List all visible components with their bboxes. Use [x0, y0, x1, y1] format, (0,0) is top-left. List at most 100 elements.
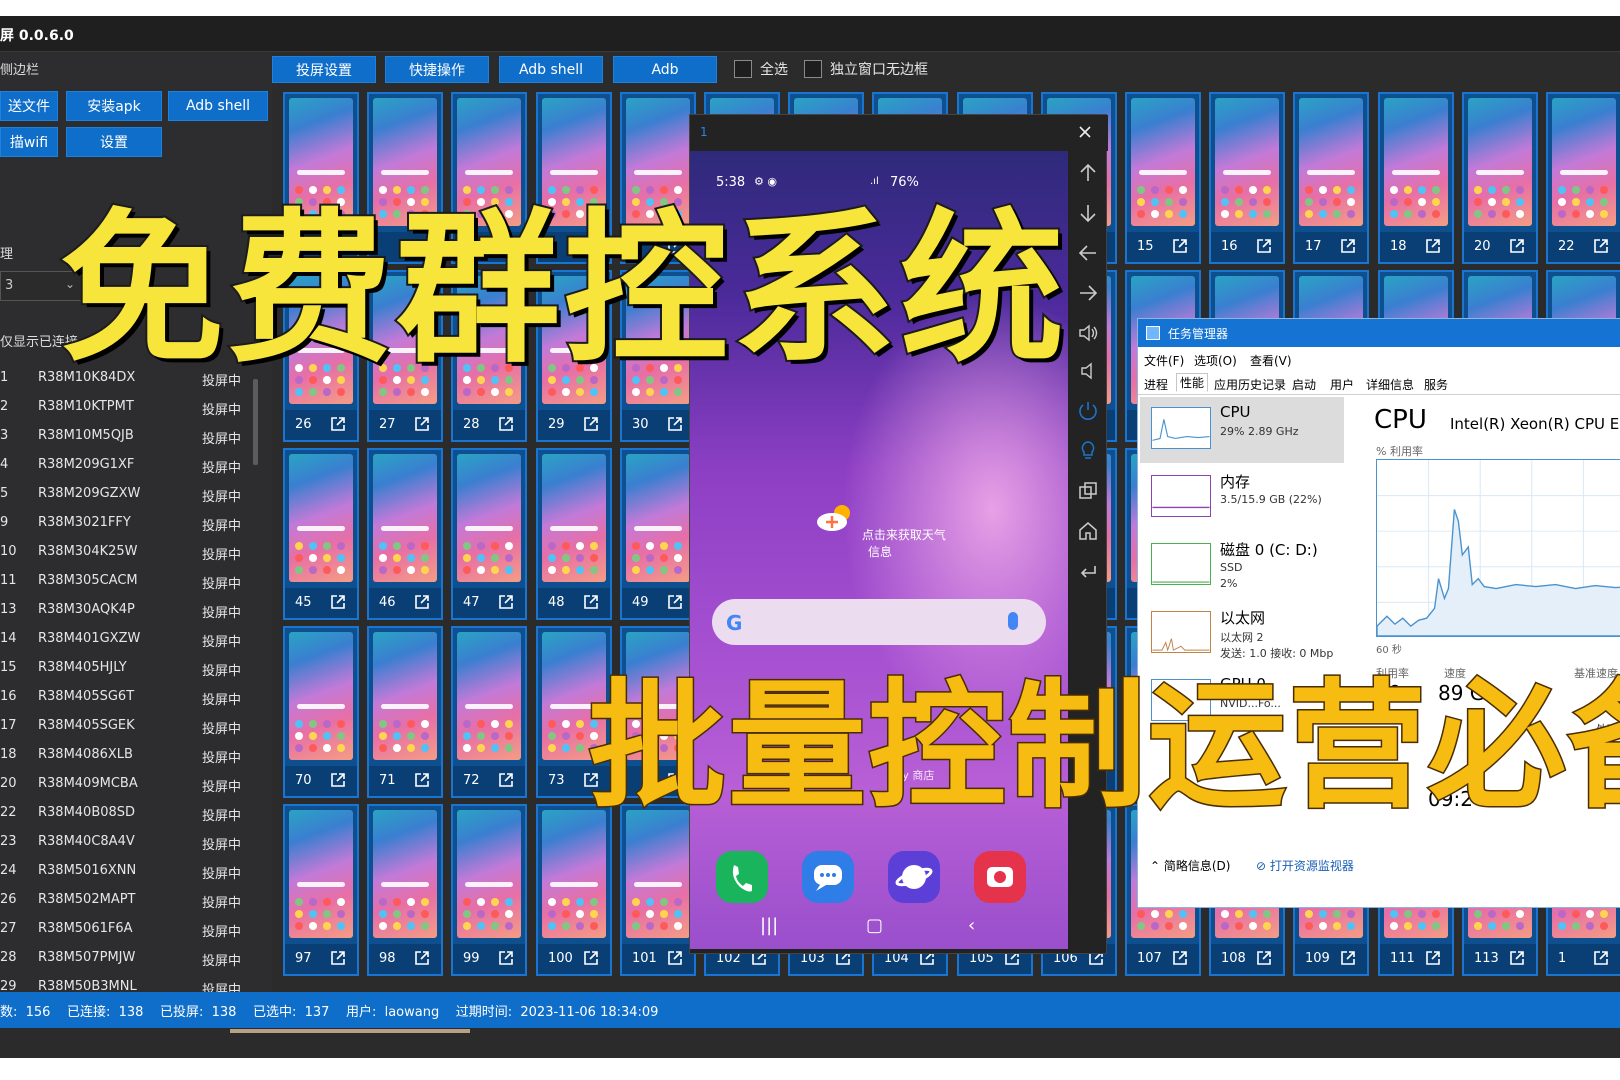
back-icon[interactable]: ‹	[968, 915, 975, 936]
device-row[interactable]: 17 R38M405SGEK 投屏中	[0, 712, 258, 741]
device-row[interactable]: 13 R38M30AQK4P 投屏中	[0, 596, 258, 625]
open-window-icon[interactable]	[1508, 949, 1526, 967]
internet-app-icon[interactable]	[888, 851, 940, 903]
open-window-icon[interactable]	[497, 949, 515, 967]
volume-down-icon[interactable]	[1076, 359, 1100, 383]
multitask-icon[interactable]	[1076, 479, 1100, 503]
device-screen-tile[interactable]: 46	[367, 448, 443, 620]
open-window-icon[interactable]	[329, 771, 347, 789]
open-window-icon[interactable]	[497, 593, 515, 611]
resource-disk[interactable]: 磁盘 0 (C: D:) SSD 2%	[1140, 533, 1344, 599]
open-window-icon[interactable]	[413, 415, 431, 433]
resource-memory[interactable]: 内存 3.5/15.9 GB (22%)	[1140, 465, 1344, 531]
device-list-scrollbar[interactable]	[253, 379, 258, 465]
camera-app-icon[interactable]	[974, 851, 1026, 903]
device-row[interactable]: 18 R38M4086XLB 投屏中	[0, 741, 258, 770]
borderless-window-checkbox[interactable]: 独立窗口无边框	[804, 58, 928, 80]
arrow-right-icon[interactable]	[1076, 281, 1100, 305]
horizontal-scrollbar[interactable]	[230, 1029, 470, 1033]
close-icon[interactable]	[1076, 123, 1094, 141]
open-window-icon[interactable]	[666, 949, 684, 967]
resource-cpu[interactable]: CPU 29% 2.89 GHz	[1140, 397, 1344, 463]
open-window-icon[interactable]	[1592, 237, 1610, 255]
phone-app-icon[interactable]	[716, 851, 768, 903]
device-row[interactable]: 3 R38M10M5QJB 投屏中	[0, 422, 258, 451]
device-screen-tile[interactable]: 20	[1462, 92, 1538, 264]
weather-widget[interactable]: 点击来获取天气信息	[810, 503, 950, 560]
home-icon[interactable]: ▢	[866, 915, 883, 936]
tab-users[interactable]: 用户	[1330, 376, 1354, 393]
menu-options[interactable]: 选项(O)	[1194, 352, 1237, 369]
device-screen-tile[interactable]: 98	[367, 804, 443, 976]
resource-ethernet[interactable]: 以太网 以太网 2 发送: 1.0 接收: 0 Mbp	[1140, 601, 1344, 667]
device-row[interactable]: 11 R38M305CACM 投屏中	[0, 567, 258, 596]
toolbar-adb-button[interactable]: Adb	[613, 56, 717, 83]
cast-settings-button[interactable]: 投屏设置	[272, 56, 376, 83]
device-screen-tile[interactable]: 72	[451, 626, 527, 798]
open-window-icon[interactable]	[1424, 949, 1442, 967]
device-screen-tile[interactable]: 99	[451, 804, 527, 976]
toolbar-adb-shell-button[interactable]: Adb shell	[499, 56, 603, 83]
open-window-icon[interactable]	[582, 593, 600, 611]
select-all-checkbox[interactable]: 全选	[734, 58, 788, 80]
send-file-button[interactable]: 送文件	[0, 91, 58, 121]
device-screen-tile[interactable]: 18	[1378, 92, 1454, 264]
open-window-icon[interactable]	[1424, 237, 1442, 255]
open-window-icon[interactable]	[582, 949, 600, 967]
menu-file[interactable]: 文件(F)	[1144, 352, 1184, 369]
home-icon[interactable]	[1076, 519, 1100, 543]
open-window-icon[interactable]	[1508, 237, 1526, 255]
open-window-icon[interactable]	[497, 415, 515, 433]
volume-up-icon[interactable]	[1076, 321, 1100, 345]
device-row[interactable]: 28 R38M507PMJW 投屏中	[0, 944, 258, 973]
open-window-icon[interactable]	[497, 771, 515, 789]
install-apk-button[interactable]: 安装apk	[66, 91, 162, 121]
open-window-icon[interactable]	[1255, 237, 1273, 255]
device-screen-tile[interactable]: 45	[283, 448, 359, 620]
power-icon[interactable]	[1076, 399, 1100, 423]
microphone-icon[interactable]	[1008, 612, 1018, 630]
tab-app-history[interactable]: 应用历史记录	[1214, 376, 1286, 393]
sidebar-toggle[interactable]: 侧边栏	[0, 59, 39, 78]
device-screen-tile[interactable]: 47	[451, 448, 527, 620]
open-window-icon[interactable]	[582, 415, 600, 433]
open-window-icon[interactable]	[329, 949, 347, 967]
open-window-icon[interactable]	[1339, 237, 1357, 255]
tab-details[interactable]: 详细信息	[1366, 376, 1414, 393]
bulb-icon[interactable]	[1076, 439, 1100, 463]
google-search-bar[interactable]: G	[712, 599, 1046, 645]
open-window-icon[interactable]	[1171, 949, 1189, 967]
device-row[interactable]: 14 R38M401GXZW 投屏中	[0, 625, 258, 654]
device-row[interactable]: 20 R38M409MCBA 投屏中	[0, 770, 258, 799]
open-window-icon[interactable]	[1339, 949, 1357, 967]
open-window-icon[interactable]	[666, 415, 684, 433]
open-window-icon[interactable]	[329, 593, 347, 611]
device-screen-tile[interactable]: 71	[367, 626, 443, 798]
open-window-icon[interactable]	[329, 415, 347, 433]
open-window-icon[interactable]	[413, 771, 431, 789]
open-window-icon[interactable]	[413, 593, 431, 611]
scan-wifi-button[interactable]: 描wifi	[0, 127, 58, 157]
arrow-up-icon[interactable]	[1076, 161, 1100, 185]
device-row[interactable]: 26 R38M502MAPT 投屏中	[0, 886, 258, 915]
device-row[interactable]: 5 R38M209GZXW 投屏中	[0, 480, 258, 509]
resource-monitor-link[interactable]: ⊘ 打开资源监视器	[1256, 857, 1354, 874]
tab-services[interactable]: 服务	[1424, 376, 1448, 393]
device-row[interactable]: 9 R38M3021FFY 投屏中	[0, 509, 258, 538]
device-row[interactable]: 2 R38M10KTPMT 投屏中	[0, 393, 258, 422]
arrow-left-icon[interactable]	[1076, 241, 1100, 265]
device-row[interactable]: 22 R38M40B08SD 投屏中	[0, 799, 258, 828]
device-row[interactable]: 10 R38M304K25W 投屏中	[0, 538, 258, 567]
device-screen-tile[interactable]: 22	[1546, 92, 1620, 264]
device-row[interactable]: 15 R38M405HJLY 投屏中	[0, 654, 258, 683]
device-screen-tile[interactable]: 101	[620, 804, 696, 976]
arrow-down-icon[interactable]	[1076, 201, 1100, 225]
open-window-icon[interactable]	[413, 949, 431, 967]
device-screen-tile[interactable]: 70	[283, 626, 359, 798]
device-screen-tile[interactable]: 17	[1293, 92, 1369, 264]
tab-startup[interactable]: 启动	[1292, 376, 1316, 393]
device-row[interactable]: 24 R38M5016XNN 投屏中	[0, 857, 258, 886]
device-row[interactable]: 27 R38M5061F6A 投屏中	[0, 915, 258, 944]
device-screen-tile[interactable]: 15	[1125, 92, 1201, 264]
settings-button[interactable]: 设置	[66, 127, 162, 157]
